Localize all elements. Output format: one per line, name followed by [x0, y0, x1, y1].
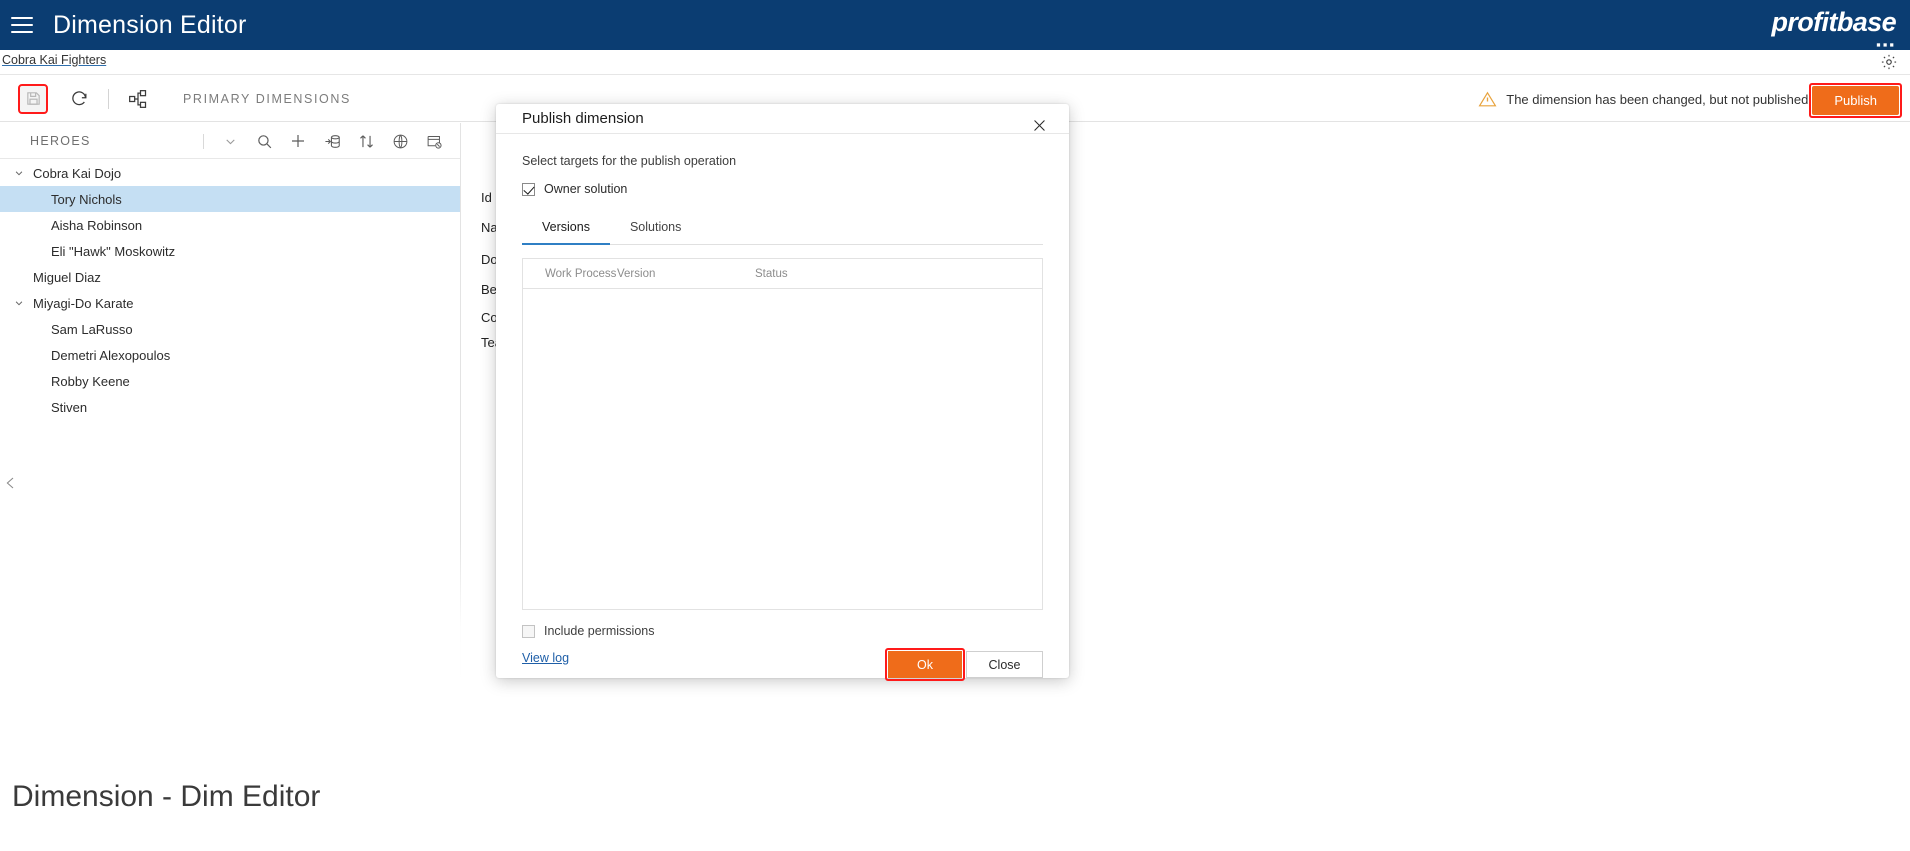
owner-solution-checkbox[interactable] [522, 182, 535, 196]
include-permissions-checkbox[interactable] [522, 624, 535, 638]
dialog-title: Publish dimension [522, 110, 644, 128]
close-button[interactable]: Close [966, 651, 1043, 679]
tree-item-label: Miguel Diaz [33, 269, 101, 285]
chevron-down-icon[interactable] [14, 168, 26, 178]
gear-icon[interactable] [1880, 53, 1898, 71]
column-header-version[interactable]: Version [617, 268, 755, 280]
refresh-button[interactable] [64, 85, 94, 113]
primary-dimensions-label: PRIMARY DIMENSIONS [183, 91, 351, 106]
tree-item[interactable]: Sam LaRusso [0, 316, 460, 342]
save-button[interactable] [18, 83, 48, 114]
tree-item-label: Stiven [51, 399, 88, 415]
tree-item-label: Eli "Hawk" Moskowitz [51, 243, 176, 259]
column-header-status[interactable]: Status [755, 268, 788, 280]
tree-item-label: Sam LaRusso [51, 321, 133, 337]
tree-item-label: Tory Nichols [51, 191, 122, 207]
remove-window-icon[interactable] [424, 131, 444, 151]
view-log-link[interactable]: View log [522, 651, 569, 665]
tree-item[interactable]: Cobra Kai Dojo [0, 160, 460, 186]
tree-item[interactable]: Demetri Alexopoulos [0, 342, 460, 368]
hierarchy-button[interactable] [123, 85, 153, 113]
top-app-bar: Dimension Editor profitbase ▪▪▪ [0, 0, 1910, 52]
versions-grid: Work Process Version Status [522, 258, 1043, 611]
heroes-panel-title: HEROES [30, 133, 91, 148]
publish-button-highlight: Publish [1809, 83, 1902, 118]
hierarchy-icon [128, 89, 148, 109]
heroes-panel-actions [203, 123, 444, 159]
save-floppy-icon [25, 90, 42, 107]
breadcrumb-bar: Cobra Kai Fighters [0, 50, 1910, 75]
tree-item-label: Aisha Robinson [51, 217, 143, 233]
dialog-instruction: Select targets for the publish operation [522, 154, 737, 169]
chevron-down-icon[interactable] [14, 298, 26, 308]
heroes-panel-header: HEROES [0, 123, 460, 159]
toolbar-divider [108, 88, 109, 109]
publish-warning: The dimension has been changed, but not … [1478, 76, 1812, 122]
include-permissions-label: Include permissions [544, 624, 655, 639]
panel-divider [203, 133, 204, 149]
ok-button-highlight: Ok [885, 648, 965, 682]
tree-item-label: Miyagi-Do Karate [33, 295, 134, 311]
sort-icon[interactable] [356, 131, 376, 151]
dialog-body: Select targets for the publish operation… [496, 134, 1069, 638]
warning-text: The dimension has been changed, but not … [1506, 91, 1812, 107]
chevron-down-icon[interactable] [220, 131, 240, 151]
search-icon[interactable] [254, 131, 274, 151]
tab-solutions[interactable]: Solutions [610, 212, 701, 245]
tree-item-label: Demetri Alexopoulos [51, 347, 171, 363]
ok-button[interactable]: Ok [888, 651, 962, 679]
app-root: Dimension Editor profitbase ▪▪▪ Cobra Ka… [0, 0, 1910, 851]
refresh-icon [70, 89, 89, 108]
tree-item[interactable]: Eli "Hawk" Moskowitz [0, 238, 460, 264]
tree-item[interactable]: Stiven [0, 394, 460, 420]
owner-solution-label: Owner solution [544, 182, 628, 197]
column-header-work-process[interactable]: Work Process [545, 268, 617, 280]
heroes-tree: Cobra Kai Dojo Tory Nichols Aisha Robinson… [0, 160, 460, 420]
import-database-icon[interactable] [322, 131, 342, 151]
tree-item-label: Robby Keene [51, 373, 130, 389]
dialog-header: Publish dimension [496, 104, 1069, 135]
close-x-icon[interactable] [1031, 117, 1049, 135]
dialog-footer: View log Ok Close [496, 638, 1069, 682]
tree-item[interactable]: Tory Nichols [0, 186, 460, 212]
warning-triangle-icon [1478, 90, 1497, 109]
tree-item[interactable]: Aisha Robinson [0, 212, 460, 238]
publish-dimension-dialog: Publish dimension Select targets for the… [496, 104, 1069, 682]
collapse-left-chevron-icon[interactable] [0, 468, 20, 498]
detail-field-label-0: Id [481, 190, 492, 205]
tab-versions[interactable]: Versions [522, 212, 610, 246]
grid-header-row: Work Process Version Status [523, 259, 1042, 290]
tree-item[interactable]: Miguel Diaz [0, 264, 460, 290]
publish-button[interactable]: Publish [1812, 86, 1899, 115]
tree-item[interactable]: Miyagi-Do Karate [0, 290, 460, 316]
globe-icon[interactable] [390, 131, 410, 151]
dialog-tabs: Versions Solutions [522, 212, 1043, 246]
tree-item[interactable]: Robby Keene [0, 368, 460, 394]
tree-item-label: Cobra Kai Dojo [33, 165, 122, 181]
owner-solution-row[interactable]: Owner solution [522, 182, 1043, 196]
breadcrumb[interactable]: Cobra Kai Fighters [2, 53, 106, 67]
page-title: Dimension Editor [53, 10, 247, 39]
include-permissions-row[interactable]: Include permissions [522, 624, 1043, 638]
add-plus-icon[interactable] [288, 131, 308, 151]
grid-body-empty [523, 289, 1042, 609]
bottom-overlay-title: Dimension - Dim Editor [12, 780, 321, 813]
heroes-panel: HEROES Cobra Kai Dojo Tory Nichols Aisha… [0, 123, 461, 851]
hamburger-icon[interactable] [11, 17, 33, 33]
